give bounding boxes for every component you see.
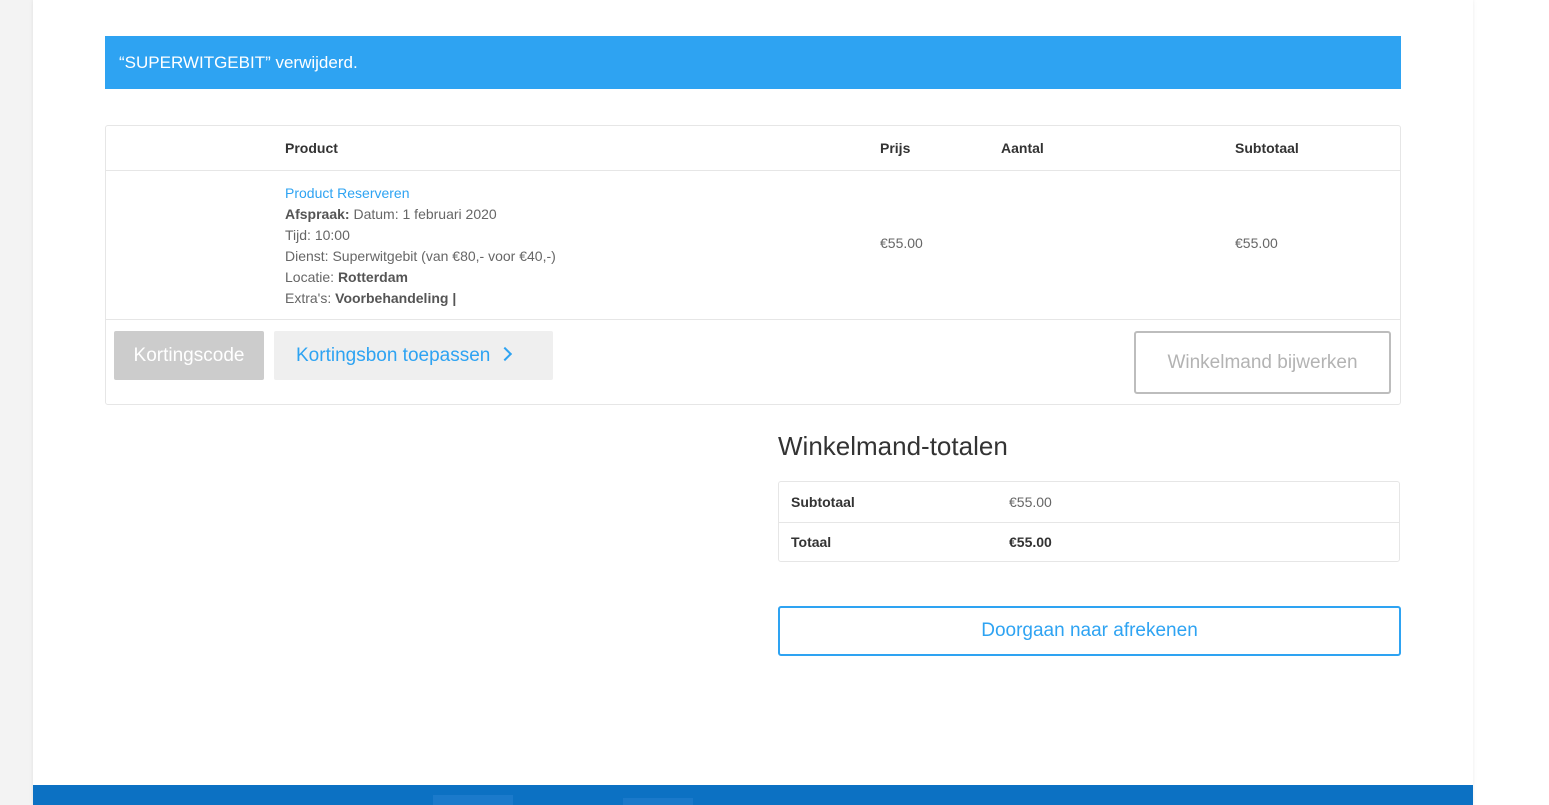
- removed-notice: “SUPERWITGEBIT” verwijderd.: [105, 36, 1401, 89]
- update-cart-button[interactable]: Winkelmand bijwerken: [1134, 331, 1391, 394]
- coupon-code-input[interactable]: Kortingscode: [114, 331, 264, 380]
- apply-coupon-label: Kortingsbon toepassen: [296, 345, 491, 366]
- item-subtotal: €55.00: [1235, 235, 1278, 251]
- service-line: Dienst: Superwitgebit (van €80,- voor €4…: [285, 248, 556, 264]
- header-price: Prijs: [880, 140, 911, 156]
- extras-line: Extra's: Voorbehandeling |: [285, 288, 556, 309]
- subtotal-value: €55.00: [1009, 494, 1052, 510]
- footer-decoration: [623, 798, 693, 805]
- product-link[interactable]: Product Reserveren: [285, 183, 556, 204]
- footer-bar: [33, 785, 1473, 805]
- extras-value: Voorbehandeling |: [335, 290, 457, 306]
- location-value: Rotterdam: [337, 269, 408, 285]
- page-margin-right: [1473, 0, 1549, 805]
- proceed-to-checkout-button[interactable]: Doorgaan naar afrekenen: [778, 606, 1401, 656]
- product-cell: Product Reserveren Afspraak: Datum: 1 fe…: [285, 183, 556, 309]
- main-container: “SUPERWITGEBIT” verwijderd. Product Prij…: [33, 0, 1473, 805]
- location-label: Locatie:: [285, 269, 335, 285]
- header-product: Product: [285, 140, 338, 156]
- header-subtotal: Subtotaal: [1235, 140, 1299, 156]
- total-label: Totaal: [791, 534, 832, 550]
- extras-label: Extra's:: [285, 290, 332, 306]
- footer-decoration: [433, 795, 513, 805]
- cart-totals-table: Subtotaal €55.00 Totaal €55.00: [778, 481, 1400, 562]
- appointment-label: Afspraak:: [285, 206, 350, 222]
- apply-coupon-button[interactable]: Kortingsbon toepassen: [274, 331, 553, 380]
- item-price: €55.00: [880, 235, 923, 251]
- appointment-value: Datum: 1 februari 2020: [353, 206, 497, 222]
- cart-item-row: Product Reserveren Afspraak: Datum: 1 fe…: [106, 170, 1400, 320]
- appointment-line: Afspraak: Datum: 1 februari 2020: [285, 204, 556, 225]
- cart-table: Product Prijs Aantal Subtotaal Product R…: [105, 125, 1401, 405]
- location-line: Locatie: Rotterdam: [285, 267, 556, 288]
- header-quantity: Aantal: [1001, 140, 1044, 156]
- cart-table-header: Product Prijs Aantal Subtotaal: [106, 126, 1400, 171]
- time-line: Tijd: 10:00: [285, 227, 350, 243]
- removed-notice-text: “SUPERWITGEBIT” verwijderd.: [119, 53, 358, 72]
- total-row: Totaal €55.00: [779, 522, 1399, 562]
- total-value: €55.00: [1009, 534, 1052, 550]
- cart-totals-title: Winkelmand-totalen: [778, 431, 1008, 461]
- subtotal-row: Subtotaal €55.00: [779, 482, 1399, 523]
- subtotal-label: Subtotaal: [791, 494, 855, 510]
- chevron-right-icon: [498, 346, 513, 362]
